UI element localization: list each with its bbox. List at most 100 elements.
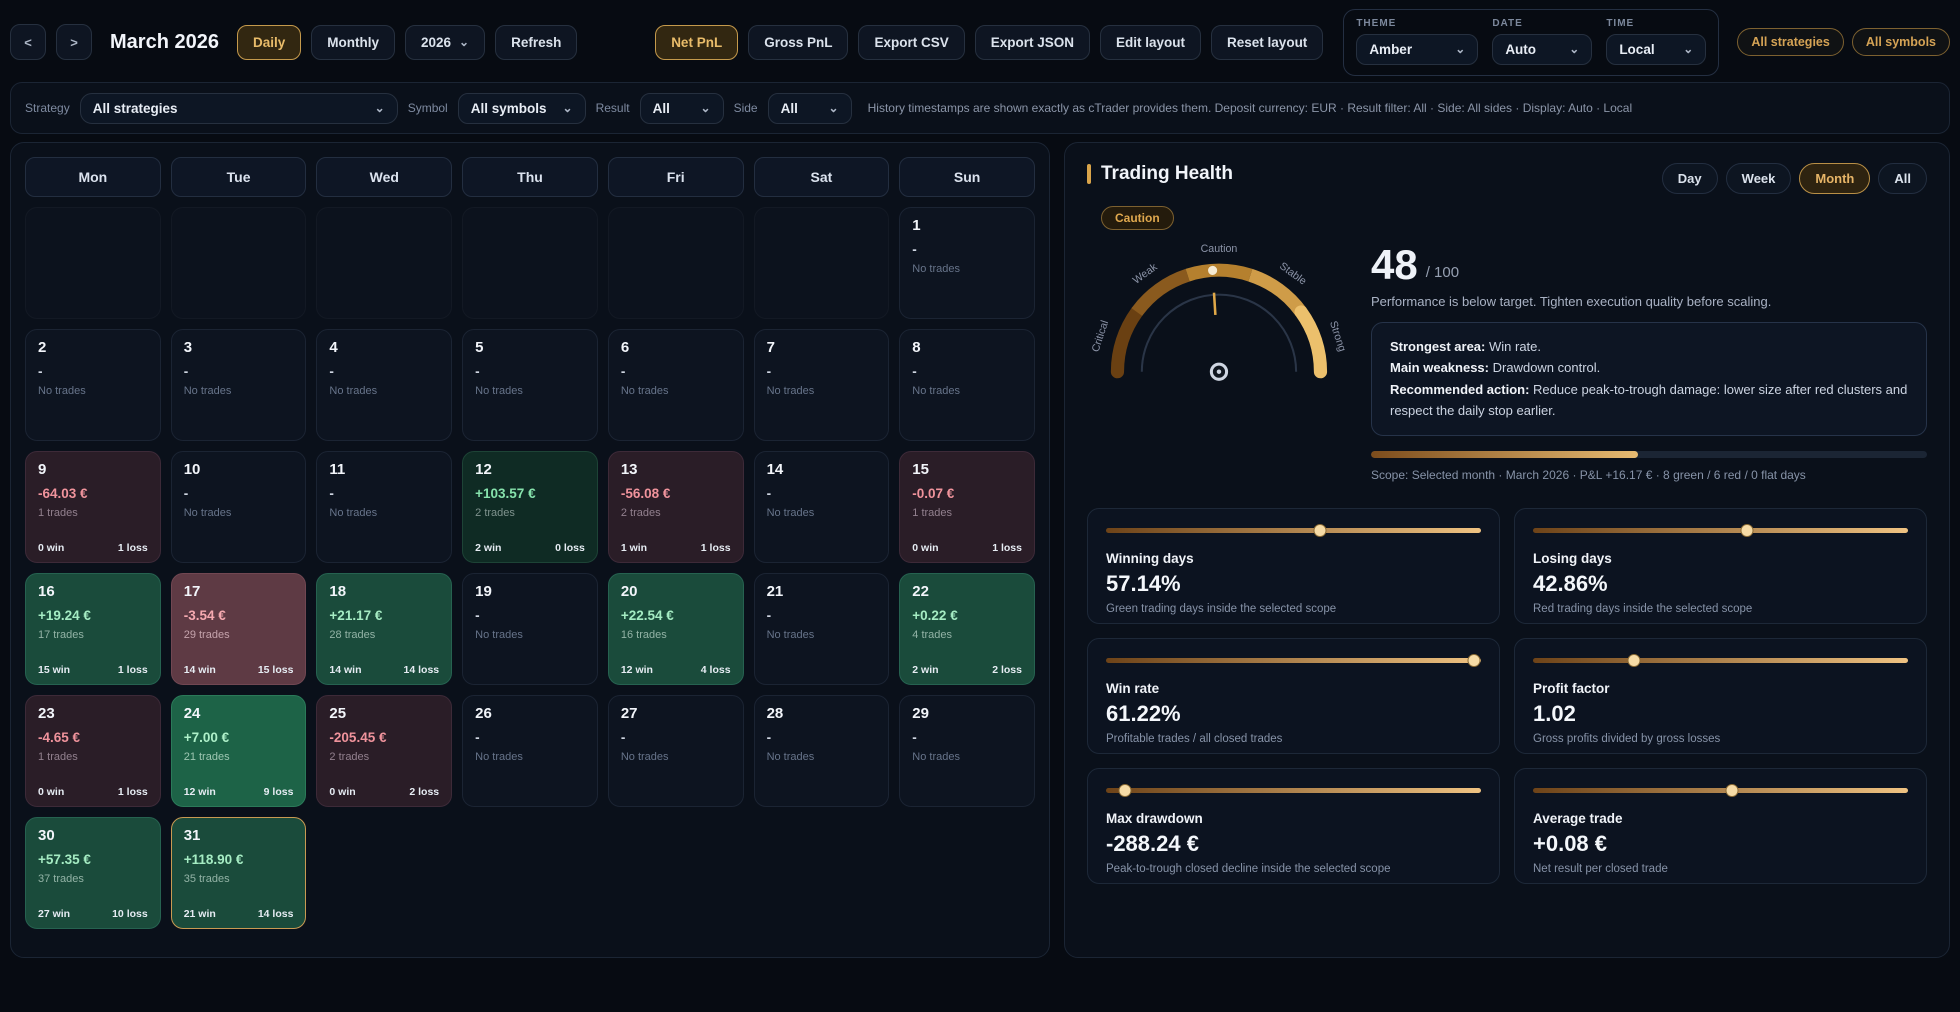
day-loss-count: 14 loss bbox=[404, 664, 440, 676]
day-cell[interactable]: 1 - No trades bbox=[899, 207, 1035, 319]
range-tab[interactable]: Month bbox=[1799, 163, 1870, 194]
monthly-view-button[interactable]: Monthly bbox=[311, 25, 395, 60]
day-trades-count: No trades bbox=[475, 751, 585, 763]
metric-slider[interactable] bbox=[1106, 784, 1481, 798]
day-cell[interactable]: 6 - No trades bbox=[608, 329, 744, 441]
gross-pnl-button[interactable]: Gross PnL bbox=[748, 25, 848, 60]
weekday-label: Thu bbox=[462, 157, 598, 197]
day-cell[interactable]: 11 - No trades bbox=[316, 451, 452, 563]
metric-slider-thumb[interactable] bbox=[1725, 784, 1738, 797]
day-cell[interactable]: 28 - No trades bbox=[754, 695, 890, 807]
year-select[interactable]: 2026⌄ bbox=[405, 25, 485, 60]
day-cell[interactable]: 15 -0.07 € 1 trades 0 win 1 loss bbox=[899, 451, 1035, 563]
day-cell[interactable]: 25 -205.45 € 2 trades 0 win 2 loss bbox=[316, 695, 452, 807]
edit-layout-button[interactable]: Edit layout bbox=[1100, 25, 1201, 60]
day-cell[interactable]: 12 +103.57 € 2 trades 2 win 0 loss bbox=[462, 451, 598, 563]
reset-layout-button[interactable]: Reset layout bbox=[1211, 25, 1323, 60]
day-trades-count: 2 trades bbox=[621, 507, 731, 519]
day-trades-count: 37 trades bbox=[38, 873, 148, 885]
day-number: 21 bbox=[767, 583, 877, 600]
day-pnl: - bbox=[475, 364, 585, 379]
metric-card: Winning days 57.14% Green trading days i… bbox=[1087, 508, 1500, 624]
next-month-button[interactable]: > bbox=[56, 24, 92, 60]
date-select[interactable]: Auto⌄ bbox=[1492, 34, 1592, 65]
day-win-loss: 14 win 14 loss bbox=[329, 664, 439, 676]
all-symbols-chip[interactable]: All symbols bbox=[1852, 28, 1950, 56]
metric-slider[interactable] bbox=[1533, 524, 1908, 538]
day-cell[interactable]: 31 +118.90 € 35 trades 21 win 14 loss bbox=[171, 817, 307, 929]
daily-view-button[interactable]: Daily bbox=[237, 25, 301, 60]
day-cell[interactable]: 9 -64.03 € 1 trades 0 win 1 loss bbox=[25, 451, 161, 563]
metric-slider[interactable] bbox=[1533, 784, 1908, 798]
day-cell[interactable]: 30 +57.35 € 37 trades 27 win 10 loss bbox=[25, 817, 161, 929]
day-trades-count: No trades bbox=[184, 385, 294, 397]
day-cell[interactable] bbox=[316, 207, 452, 319]
day-cell[interactable]: 10 - No trades bbox=[171, 451, 307, 563]
metric-slider-thumb[interactable] bbox=[1467, 654, 1480, 667]
day-cell[interactable]: 16 +19.24 € 17 trades 15 win 1 loss bbox=[25, 573, 161, 685]
day-cell[interactable]: 3 - No trades bbox=[171, 329, 307, 441]
range-tab[interactable]: All bbox=[1878, 163, 1927, 194]
day-cell[interactable] bbox=[25, 207, 161, 319]
strategy-filter-select[interactable]: All strategies⌄ bbox=[80, 93, 398, 124]
day-cell[interactable] bbox=[462, 207, 598, 319]
result-filter-select[interactable]: All⌄ bbox=[640, 93, 724, 124]
metric-slider-thumb[interactable] bbox=[1118, 784, 1131, 797]
day-number: 31 bbox=[184, 827, 294, 844]
day-cell[interactable]: 19 - No trades bbox=[462, 573, 598, 685]
day-cell[interactable]: 24 +7.00 € 21 trades 12 win 9 loss bbox=[171, 695, 307, 807]
day-cell[interactable]: 5 - No trades bbox=[462, 329, 598, 441]
metric-value: 57.14% bbox=[1106, 571, 1481, 597]
day-trades-count: 1 trades bbox=[38, 751, 148, 763]
metric-slider-thumb[interactable] bbox=[1740, 524, 1753, 537]
net-pnl-button[interactable]: Net PnL bbox=[655, 25, 738, 60]
day-number: 16 bbox=[38, 583, 148, 600]
day-number: 11 bbox=[329, 461, 439, 478]
export-json-button[interactable]: Export JSON bbox=[975, 25, 1090, 60]
day-cell[interactable]: 20 +22.54 € 16 trades 12 win 4 loss bbox=[608, 573, 744, 685]
day-cell[interactable]: 17 -3.54 € 29 trades 14 win 15 loss bbox=[171, 573, 307, 685]
day-cell[interactable]: 23 -4.65 € 1 trades 0 win 1 loss bbox=[25, 695, 161, 807]
day-cell[interactable]: 2 - No trades bbox=[25, 329, 161, 441]
export-csv-button[interactable]: Export CSV bbox=[858, 25, 964, 60]
day-pnl: -205.45 € bbox=[329, 730, 439, 745]
all-strategies-chip[interactable]: All strategies bbox=[1737, 28, 1844, 56]
prev-month-button[interactable]: < bbox=[10, 24, 46, 60]
metric-slider-thumb[interactable] bbox=[1313, 524, 1326, 537]
day-cell[interactable]: 26 - No trades bbox=[462, 695, 598, 807]
day-cell[interactable]: 27 - No trades bbox=[608, 695, 744, 807]
day-loss-count: 4 loss bbox=[701, 664, 731, 676]
day-cell[interactable]: 7 - No trades bbox=[754, 329, 890, 441]
day-cell[interactable]: 13 -56.08 € 2 trades 1 win 1 loss bbox=[608, 451, 744, 563]
day-cell[interactable] bbox=[171, 207, 307, 319]
day-pnl: - bbox=[767, 730, 877, 745]
weekday-label: Wed bbox=[316, 157, 452, 197]
metric-slider[interactable] bbox=[1106, 654, 1481, 668]
day-number: 8 bbox=[912, 339, 1022, 356]
day-cell[interactable] bbox=[754, 207, 890, 319]
metric-slider[interactable] bbox=[1106, 524, 1481, 538]
day-trades-count: 2 trades bbox=[329, 751, 439, 763]
range-tab[interactable]: Day bbox=[1662, 163, 1718, 194]
day-cell[interactable]: 14 - No trades bbox=[754, 451, 890, 563]
day-cell[interactable]: 18 +21.17 € 28 trades 14 win 14 loss bbox=[316, 573, 452, 685]
day-cell[interactable]: 21 - No trades bbox=[754, 573, 890, 685]
day-cell[interactable]: 29 - No trades bbox=[899, 695, 1035, 807]
range-tab[interactable]: Week bbox=[1726, 163, 1792, 194]
side-filter-select[interactable]: All⌄ bbox=[768, 93, 852, 124]
time-select[interactable]: Local⌄ bbox=[1606, 34, 1706, 65]
symbol-filter-select[interactable]: All symbols⌄ bbox=[458, 93, 586, 124]
day-number: 25 bbox=[329, 705, 439, 722]
calendar-grid: 1 - No trades 2 - No trades bbox=[25, 207, 1035, 929]
metric-slider-thumb[interactable] bbox=[1628, 654, 1641, 667]
theme-select[interactable]: Amber⌄ bbox=[1356, 34, 1478, 65]
day-number: 19 bbox=[475, 583, 585, 600]
date-pref: DATE Auto⌄ bbox=[1492, 18, 1592, 65]
day-cell[interactable] bbox=[608, 207, 744, 319]
day-cell[interactable]: 22 +0.22 € 4 trades 2 win 2 loss bbox=[899, 573, 1035, 685]
refresh-button[interactable]: Refresh bbox=[495, 25, 577, 60]
health-header: Trading Health Day Week Month All bbox=[1087, 163, 1927, 194]
day-cell[interactable]: 8 - No trades bbox=[899, 329, 1035, 441]
metric-slider[interactable] bbox=[1533, 654, 1908, 668]
day-cell[interactable]: 4 - No trades bbox=[316, 329, 452, 441]
